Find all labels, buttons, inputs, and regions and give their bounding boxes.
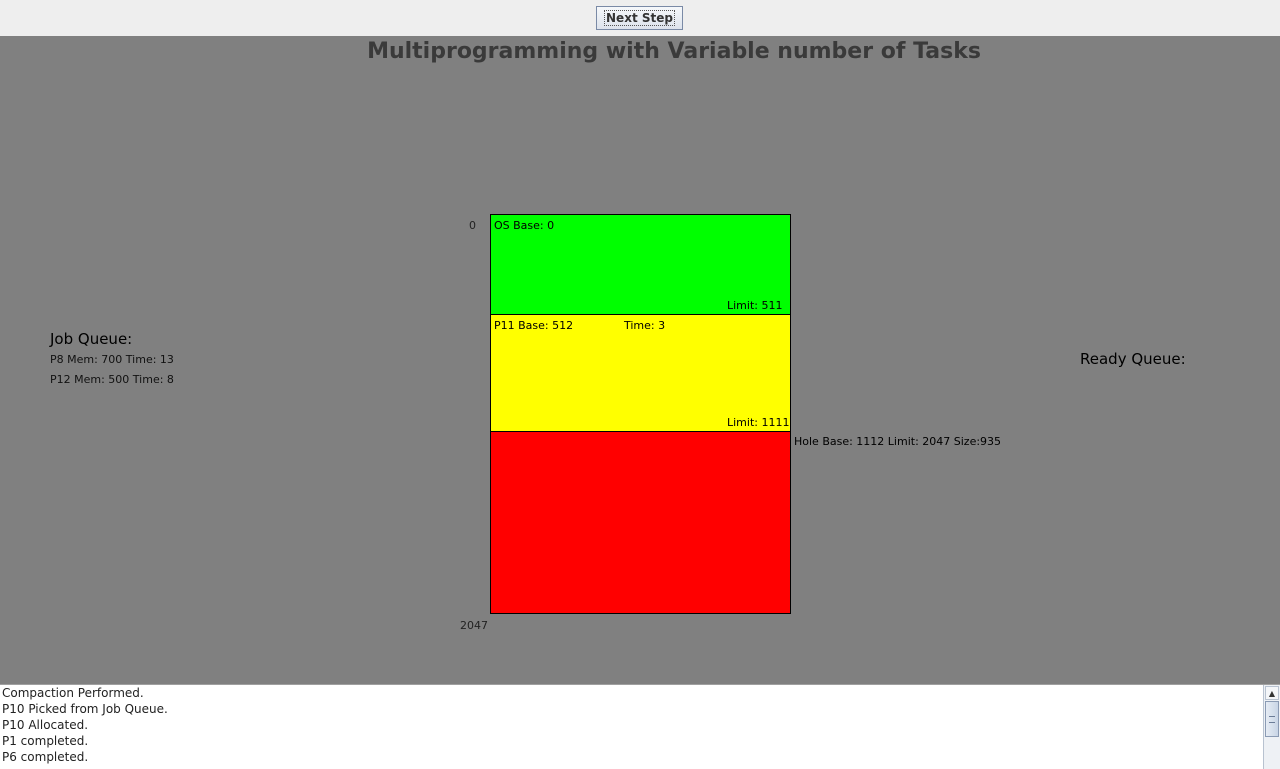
ready-queue-title: Ready Queue: [1080, 350, 1186, 368]
memory-start-address: 0 [469, 219, 476, 232]
job-queue-item: P8 Mem: 700 Time: 13 [50, 353, 174, 366]
scroll-up-icon[interactable]: ▲ [1265, 686, 1279, 700]
p11-limit-label: Limit: 1111 [727, 416, 790, 429]
job-queue-title: Job Queue: [50, 330, 133, 348]
simulation-canvas: Multiprogramming with Variable number of… [0, 36, 1280, 684]
page-title: Multiprogramming with Variable number of… [367, 39, 981, 64]
log-line: P10 Allocated. [2, 718, 89, 732]
os-memory-block: OS Base: 0 Limit: 511 [490, 214, 791, 315]
next-step-button[interactable]: Next Step [596, 6, 683, 30]
p11-time-label: Time: 3 [624, 319, 666, 332]
os-base-label: OS Base: 0 [494, 219, 555, 232]
log-line: P6 completed. [2, 750, 89, 764]
log-line: Compaction Performed. [2, 686, 144, 700]
toolbar: Next Step [0, 0, 1280, 36]
p11-base-label: P11 Base: 512 [494, 319, 574, 332]
next-step-label: Next Step [604, 10, 675, 26]
p11-memory-block: P11 Base: 512 Time: 3 Limit: 1111 [490, 314, 791, 432]
grip-icon [1269, 716, 1275, 723]
log-line: P10 Picked from Job Queue. [2, 702, 168, 716]
scrollbar-thumb[interactable] [1265, 701, 1279, 737]
event-log[interactable]: Compaction Performed. P10 Picked from Jo… [0, 684, 1280, 769]
log-scrollbar[interactable]: ▲ [1263, 685, 1280, 769]
hole-memory-block [490, 431, 791, 614]
hole-label: Hole Base: 1112 Limit: 2047 Size:935 [794, 435, 1002, 448]
memory-end-address: 2047 [460, 619, 488, 632]
log-line: P1 completed. [2, 734, 89, 748]
os-limit-label: Limit: 511 [727, 299, 783, 312]
job-queue-item: P12 Mem: 500 Time: 8 [50, 373, 174, 386]
